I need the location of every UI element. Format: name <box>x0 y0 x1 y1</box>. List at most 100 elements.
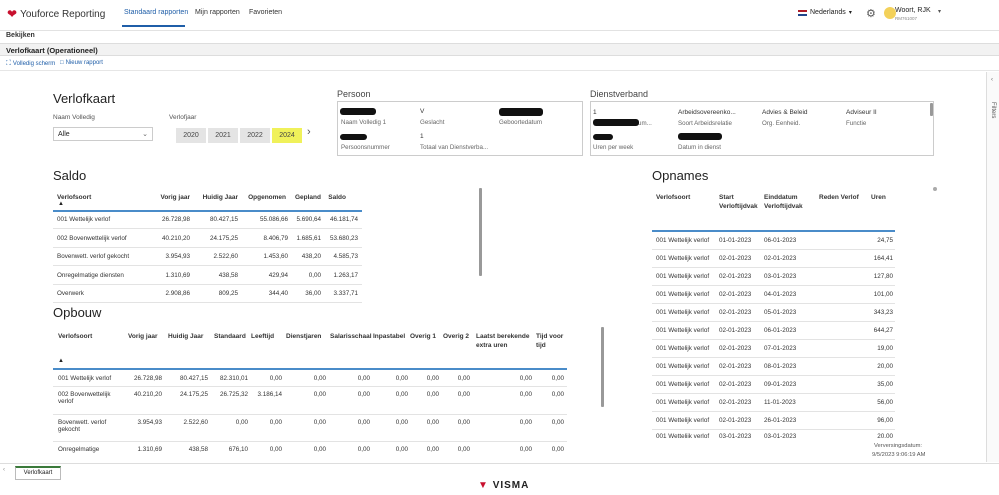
opnames-col-verlofsoort[interactable]: Verlofsoort <box>656 193 690 202</box>
saldo-col-huidig[interactable]: Huidig Jaar <box>196 193 238 202</box>
opbouw-col-3[interactable]: Standaard <box>214 332 250 341</box>
dv-label-hours: Uren per week <box>593 144 634 151</box>
flag-nl-icon <box>798 9 807 16</box>
table-cell: 438,58 <box>188 446 208 453</box>
opbouw-col-4[interactable]: Leeftijd <box>251 332 281 341</box>
opbouw-col-9[interactable]: Overig 2 <box>443 332 471 341</box>
persoon-value-gender: V <box>420 108 425 115</box>
table-cell: 0,00 <box>457 446 470 453</box>
sheet-prev-icon[interactable]: ‹ <box>3 467 5 473</box>
opnames-col-start[interactable]: Start Verloftijdvak <box>719 193 759 211</box>
table-cell: 26.725,32 <box>219 391 248 398</box>
opnames-col-eind[interactable]: Einddatum Verloftijdvak <box>764 193 810 211</box>
table-cell: 80.427,15 <box>209 216 238 223</box>
saldo-col-saldo[interactable]: Saldo <box>324 193 346 202</box>
opbouw-col-10[interactable]: Laatst berekende extra uren <box>476 332 532 350</box>
opbouw-header-line <box>53 368 567 370</box>
gear-icon[interactable]: ⚙ <box>866 7 876 20</box>
tab-mijn-rapporten[interactable]: Mijn rapporten <box>195 9 240 16</box>
table-cell: 0,00 <box>519 446 532 453</box>
year-2024[interactable]: 2024 <box>272 128 302 143</box>
tab-standaard-rapporten[interactable]: Standaard rapporten <box>124 9 188 16</box>
table-cell: 0,00 <box>426 419 439 426</box>
sort-up-icon[interactable]: ▲ <box>58 201 64 207</box>
opbouw-title: Opbouw <box>53 305 102 320</box>
chevron-right-icon[interactable]: › <box>307 126 311 138</box>
table-cell: 02-01-2023 <box>719 363 752 370</box>
table-cell: 1.453,60 <box>263 253 288 260</box>
app-logo-text: Youforce Reporting <box>20 8 106 20</box>
refresh-value: 9/5/2023 9:06:19 AM <box>872 452 926 458</box>
row-divider <box>652 267 895 268</box>
table-cell: 0,00 <box>357 375 370 382</box>
active-tab-underline <box>122 25 185 27</box>
opbouw-col-7[interactable]: Inpastabel <box>373 332 407 341</box>
saldo-col-opgenomen[interactable]: Opgenomen <box>242 193 286 202</box>
table-cell: 40.210,20 <box>133 391 162 398</box>
name-filter-value: Alle <box>58 131 70 138</box>
table-cell: 101,00 <box>873 291 893 298</box>
chevron-down-icon[interactable]: ▾ <box>938 8 941 15</box>
table-cell: 0,00 <box>395 391 408 398</box>
saldo-col-vorig[interactable]: Vorig jaar <box>152 193 190 202</box>
saldo-scrollbar[interactable] <box>479 188 482 276</box>
table-cell: 0,00 <box>457 391 470 398</box>
table-cell: 06-01-2023 <box>764 327 797 334</box>
sort-up-icon[interactable]: ▲ <box>58 358 64 364</box>
table-cell: 809,25 <box>218 290 238 297</box>
fullscreen-button[interactable]: ⛶ Volledig scherm <box>6 60 55 68</box>
opbouw-col-1[interactable]: Vorig jaar <box>128 332 164 341</box>
table-cell: 07-01-2023 <box>764 345 797 352</box>
toolbar-divider <box>0 70 999 71</box>
language-selector[interactable]: Nederlands ▾ <box>798 9 852 16</box>
year-filter-label: Verlofjaar <box>169 114 197 121</box>
opbouw-scrollbar[interactable] <box>601 327 604 407</box>
row-divider <box>53 265 362 266</box>
saldo-col-gepland[interactable]: Gepland <box>288 193 321 202</box>
opbouw-col-5[interactable]: Dienstjaren <box>286 332 326 341</box>
subnav-bekijken[interactable]: Bekijken <box>0 30 999 42</box>
table-cell: 04-01-2023 <box>764 291 797 298</box>
table-cell: 3.954,93 <box>165 253 190 260</box>
table-cell-verlofsoort: 001 Wettelijk verlof <box>656 417 710 424</box>
table-cell: 0,00 <box>357 419 370 426</box>
table-cell: 26.728,98 <box>133 375 162 382</box>
app-logo[interactable]: ❤ Youforce Reporting <box>7 7 105 21</box>
year-2022[interactable]: 2022 <box>240 128 270 143</box>
opbouw-col-6[interactable]: Salarisschaal <box>330 332 372 341</box>
name-filter-dropdown[interactable]: Alle ⌄ <box>53 127 153 141</box>
sheet-tab-verlofkaart[interactable]: Verlofkaart <box>15 466 61 480</box>
table-cell: 0,00 <box>426 446 439 453</box>
tab-favorieten[interactable]: Favorieten <box>249 9 282 16</box>
table-cell: 164,41 <box>873 255 893 262</box>
table-cell: 26.728,98 <box>161 216 190 223</box>
year-2021[interactable]: 2021 <box>208 128 238 143</box>
year-2020[interactable]: 2020 <box>176 128 206 143</box>
table-cell: 0,00 <box>551 391 564 398</box>
row-divider <box>53 414 567 415</box>
user-name: Woort, RJK <box>895 7 931 14</box>
persoon-label-name: Naam Volledig 1 <box>341 119 387 126</box>
opbouw-col-11[interactable]: Tijd voor tijd <box>536 332 564 350</box>
table-cell: 02-01-2023 <box>719 417 752 424</box>
new-report-button[interactable]: □ Nieuw rapport <box>60 60 103 66</box>
table-cell: 438,20 <box>301 253 321 260</box>
opbouw-col-0[interactable]: Verlofsoort <box>58 332 118 341</box>
opnames-title: Opnames <box>652 168 709 183</box>
opnames-col-reden[interactable]: Reden Verlof <box>819 193 859 202</box>
opbouw-col-2[interactable]: Huidig Jaar <box>168 332 210 341</box>
opnames-col-uren[interactable]: Uren <box>871 193 886 202</box>
table-cell: 0,00 <box>426 391 439 398</box>
opbouw-col-8[interactable]: Overig 1 <box>410 332 438 341</box>
table-cell: 24.175,25 <box>209 234 238 242</box>
filters-pane[interactable]: ‹ Filters <box>986 72 999 462</box>
table-cell: 02-01-2023 <box>719 381 752 388</box>
redacted-employment-number <box>593 119 639 126</box>
redacted-start-date <box>678 133 722 140</box>
dienstverband-scrollbar[interactable] <box>930 103 933 116</box>
table-cell: 0,00 <box>269 375 282 382</box>
table-cell: 0,00 <box>357 446 370 453</box>
opnames-scroll-dot[interactable] <box>933 187 937 191</box>
collapse-arrow-icon[interactable]: ‹ <box>991 77 993 83</box>
table-cell: 8.406,79 <box>263 234 288 242</box>
